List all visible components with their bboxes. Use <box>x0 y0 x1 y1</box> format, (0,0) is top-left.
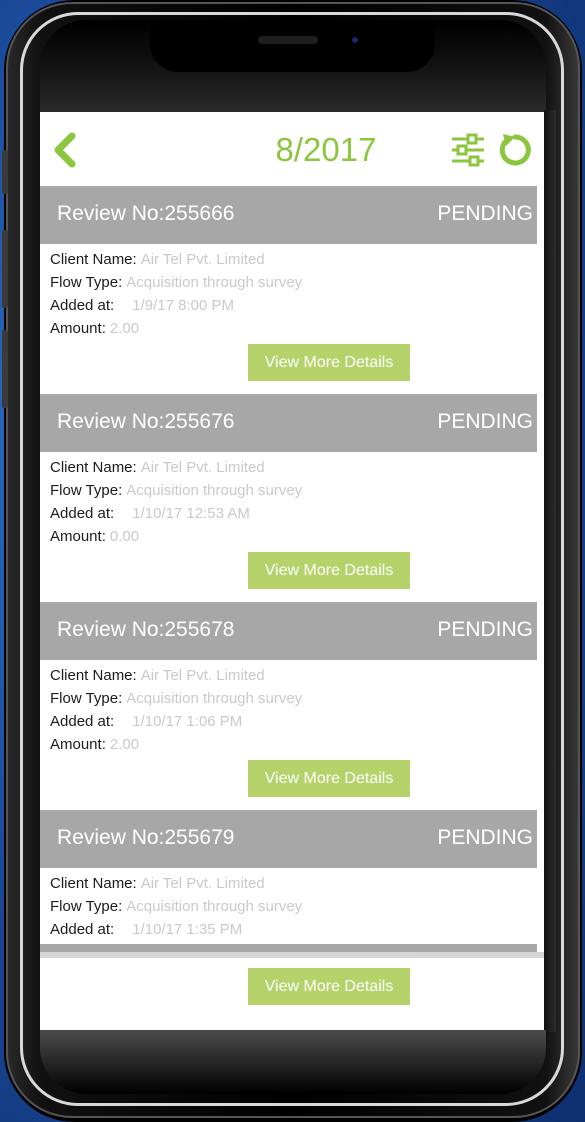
refresh-icon <box>499 134 531 166</box>
flow-type-value: Acquisition through survey <box>126 482 303 499</box>
review-card-body: Client Name: Air Tel Pvt. Limited Flow Ty… <box>50 664 530 756</box>
speaker-grille <box>258 36 318 44</box>
status-badge: PENDING <box>437 826 533 849</box>
amount-label: Amount: <box>50 320 106 337</box>
review-card: Review No:255676 PENDING Client Name: Air… <box>40 394 544 602</box>
status-badge: PENDING <box>437 618 533 641</box>
added-at-row: Added at: 1/10/17 1:35 PM <box>50 918 530 941</box>
review-number: Review No:255676 <box>57 410 235 433</box>
amount-row: Amount: 2.00 <box>50 317 530 340</box>
filter-button[interactable] <box>450 132 486 168</box>
amount-value: 2.00 <box>109 320 140 337</box>
client-name-row: Client Name: Air Tel Pvt. Limited <box>50 248 530 271</box>
client-name-value: Air Tel Pvt. Limited <box>140 667 265 684</box>
amount-value: 0.00 <box>109 528 140 545</box>
flow-type-label: Flow Type: <box>50 898 123 915</box>
amount-label: Amount: <box>50 736 106 753</box>
added-at-row: Added at: 1/10/17 1:06 PM <box>50 710 530 733</box>
front-camera <box>352 37 358 43</box>
flow-type-label: Flow Type: <box>50 482 123 499</box>
added-at-row: Added at: 1/10/17 12:53 AM <box>50 502 530 525</box>
added-at-row: Added at: 1/9/17 8:00 PM <box>50 294 530 317</box>
client-name-label: Client Name: <box>50 251 137 268</box>
review-card-header: Review No:255679 PENDING <box>40 810 537 868</box>
volume-down-button <box>2 330 8 408</box>
flow-type-label: Flow Type: <box>50 690 123 707</box>
added-at-value: 1/9/17 8:00 PM <box>132 297 234 314</box>
amount-row: Amount: 0.00 <box>50 525 530 548</box>
client-name-row: Client Name: Air Tel Pvt. Limited <box>50 664 530 687</box>
client-name-label: Client Name: <box>50 875 137 892</box>
flow-type-row: Flow Type: Acquisition through survey <box>50 687 530 710</box>
client-name-label: Client Name: <box>50 459 137 476</box>
added-at-value: 1/10/17 12:53 AM <box>132 505 250 522</box>
amount-label: Amount: <box>50 528 106 545</box>
review-card: Review No:255666 PENDING Client Name: Air… <box>40 186 544 394</box>
review-number: Review No:255679 <box>57 826 235 849</box>
review-card: Review No:255678 PENDING Client Name: Air… <box>40 602 544 810</box>
review-number: Review No:255678 <box>57 618 235 641</box>
client-name-value: Air Tel Pvt. Limited <box>140 251 265 268</box>
view-more-details-button[interactable]: View More Details <box>248 968 410 1005</box>
amount-row: Amount: 2.00 <box>50 733 530 756</box>
flow-type-row: Flow Type: Acquisition through survey <box>50 895 530 918</box>
flow-type-value: Acquisition through survey <box>126 274 303 291</box>
refresh-button[interactable] <box>495 130 535 170</box>
added-at-value: 1/10/17 1:35 PM <box>132 921 243 938</box>
list-scroll-edge <box>40 952 544 958</box>
view-more-details-button[interactable]: View More Details <box>248 552 410 589</box>
client-name-row: Client Name: Air Tel Pvt. Limited <box>50 456 530 479</box>
review-card: Review No:255679 PENDING Client Name: Air… <box>40 810 544 1018</box>
added-at-label: Added at: <box>50 505 115 522</box>
review-card-header: Review No:255678 PENDING <box>40 602 537 660</box>
flow-type-label: Flow Type: <box>50 274 123 291</box>
status-badge: PENDING <box>437 410 533 433</box>
next-card-peek <box>40 944 537 952</box>
phone-notch <box>150 20 435 72</box>
app-screen: 8/2017 Review No:255666 PENDING Client N… <box>40 112 544 1030</box>
flow-type-row: Flow Type: Acquisition through survey <box>50 479 530 502</box>
flow-type-value: Acquisition through survey <box>126 898 303 915</box>
client-name-value: Air Tel Pvt. Limited <box>140 875 265 892</box>
review-card-header: Review No:255666 PENDING <box>40 186 537 244</box>
review-card-body: Client Name: Air Tel Pvt. Limited Flow Ty… <box>50 456 530 548</box>
view-more-details-button[interactable]: View More Details <box>248 760 410 797</box>
client-name-label: Client Name: <box>50 667 137 684</box>
added-at-label: Added at: <box>50 921 115 938</box>
review-card-header: Review No:255676 PENDING <box>40 394 537 452</box>
review-card-body: Client Name: Air Tel Pvt. Limited Flow Ty… <box>50 248 530 340</box>
status-badge: PENDING <box>437 202 533 225</box>
flow-type-row: Flow Type: Acquisition through survey <box>50 271 530 294</box>
added-at-label: Added at: <box>50 713 115 730</box>
volume-up-button <box>2 230 8 308</box>
sliders-icon <box>452 133 484 167</box>
header-bar: 8/2017 <box>40 112 544 186</box>
home-indicator-area <box>40 1030 546 1094</box>
amount-value: 2.00 <box>109 736 140 753</box>
review-number: Review No:255666 <box>57 202 235 225</box>
silent-switch <box>2 150 8 194</box>
client-name-row: Client Name: Air Tel Pvt. Limited <box>50 872 530 895</box>
added-at-value: 1/10/17 1:06 PM <box>132 713 243 730</box>
flow-type-value: Acquisition through survey <box>126 690 303 707</box>
screen-edge <box>544 110 556 1032</box>
added-at-label: Added at: <box>50 297 115 314</box>
client-name-value: Air Tel Pvt. Limited <box>140 459 265 476</box>
review-list: Review No:255666 PENDING Client Name: Air… <box>40 186 544 1018</box>
view-more-details-button[interactable]: View More Details <box>248 344 410 381</box>
